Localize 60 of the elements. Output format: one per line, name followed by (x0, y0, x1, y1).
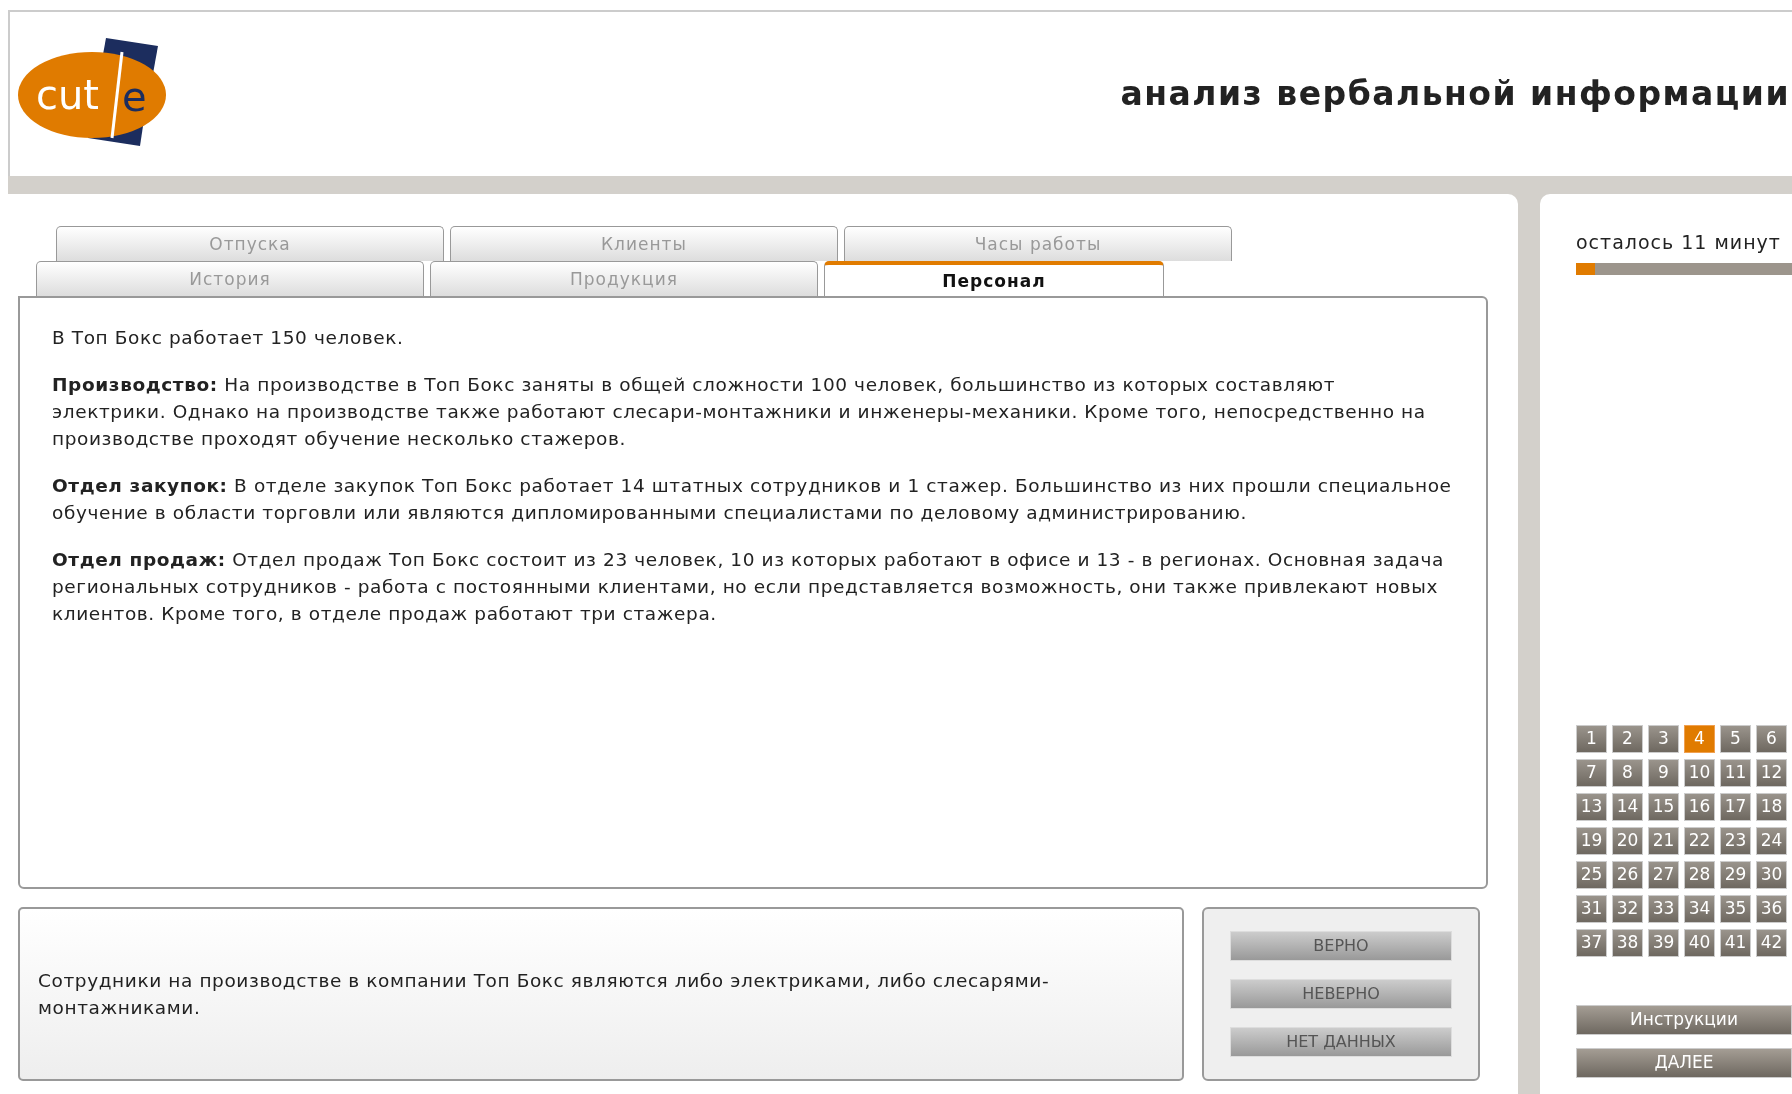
question-number-button[interactable]: 5 (1720, 724, 1751, 753)
nav-button[interactable]: ДАЛЕЕ (1576, 1047, 1792, 1078)
tab[interactable]: Часы работы (844, 226, 1232, 261)
question-number-button[interactable]: 35 (1720, 894, 1751, 923)
statement-text: Сотрудники на производстве в компании Топ Бокс являются либо электриками, либо слесарями-монтажниками. (38, 969, 1051, 1020)
answer-button[interactable]: НЕТ ДАННЫХ (1230, 1027, 1452, 1057)
question-number-button[interactable]: 20 (1612, 826, 1643, 855)
paragraph: Отдел закупок: В отделе закупок Топ Бокс работает 14 штатных сотрудников и 1 стажер. Большинство из них прошли специальное обучение в области торговли или являются дипломированными специалистами по деловому администрированию. (52, 474, 1453, 525)
question-number-button[interactable]: 21 (1648, 826, 1679, 855)
question-number-button[interactable]: 7 (1576, 758, 1607, 787)
question-number-button[interactable]: 19 (1576, 826, 1607, 855)
question-number-button[interactable]: 12 (1756, 758, 1787, 787)
time-remaining: осталось 11 минут (1576, 230, 1782, 255)
question-number-button[interactable]: 28 (1684, 860, 1715, 889)
question-number-button[interactable]: 33 (1648, 894, 1679, 923)
question-number-button[interactable]: 2 (1612, 724, 1643, 753)
tab[interactable]: Продукция (430, 261, 818, 296)
page-title: анализ вербальной информации (1120, 74, 1791, 114)
question-number-button[interactable]: 13 (1576, 792, 1607, 821)
tab[interactable]: Клиенты (450, 226, 838, 261)
nav-button[interactable]: Инструкции (1576, 1004, 1792, 1035)
question-number-button[interactable]: 22 (1684, 826, 1715, 855)
paragraph: Производство: На производстве в Топ Бокс заняты в общей сложности 100 человек, большинство из которых составляют электрики. Однако на производстве также работают слесари-монтажники и инженеры-механики. Кроме того, непосредственно на производстве проходят обучение несколько стажеров. (52, 373, 1427, 451)
question-number-button[interactable]: 40 (1684, 928, 1715, 957)
question-number-button[interactable]: 41 (1720, 928, 1751, 957)
question-number-button[interactable]: 36 (1756, 894, 1787, 923)
question-number-button[interactable]: 38 (1612, 928, 1643, 957)
paragraph: В Топ Бокс работает 150 человек. (52, 326, 405, 350)
question-number-button[interactable]: 34 (1684, 894, 1715, 923)
question-number-button[interactable]: 15 (1648, 792, 1679, 821)
question-number-button[interactable]: 17 (1720, 792, 1751, 821)
question-number-button[interactable]: 39 (1648, 928, 1679, 957)
question-number-button[interactable]: 18 (1756, 792, 1787, 821)
question-number-button[interactable]: 4 (1684, 724, 1715, 753)
question-number-button[interactable]: 31 (1576, 894, 1607, 923)
paragraph: Отдел продаж: Отдел продаж Топ Бокс состоит из 23 человек, 10 из которых работают в офисе и 13 - в регионах. Основная задача региональных сотрудников - работа с постоянными клиентами, но если представляется возможность, они также привлекают новых клиентов. Кроме того, в отделе продаж работают три стажера. (52, 548, 1445, 626)
question-number-button[interactable]: 42 (1756, 928, 1787, 957)
question-number-button[interactable]: 9 (1648, 758, 1679, 787)
question-number-button[interactable]: 29 (1720, 860, 1751, 889)
question-number-button[interactable]: 26 (1612, 860, 1643, 889)
question-number-button[interactable]: 1 (1576, 724, 1607, 753)
tab[interactable]: Отпуска (56, 226, 444, 261)
tab[interactable]: История (36, 261, 424, 296)
question-number-button[interactable]: 25 (1576, 860, 1607, 889)
question-number-button[interactable]: 8 (1612, 758, 1643, 787)
question-number-button[interactable]: 3 (1648, 724, 1679, 753)
answer-button[interactable]: ВЕРНО (1230, 931, 1452, 961)
question-number-button[interactable]: 24 (1756, 826, 1787, 855)
question-number-button[interactable]: 37 (1576, 928, 1607, 957)
question-number-button[interactable]: 16 (1684, 792, 1715, 821)
question-number-button[interactable]: 27 (1648, 860, 1679, 889)
question-number-button[interactable]: 14 (1612, 792, 1643, 821)
question-number-button[interactable]: 6 (1756, 724, 1787, 753)
question-number-button[interactable]: 32 (1612, 894, 1643, 923)
question-number-button[interactable]: 10 (1684, 758, 1715, 787)
question-number-button[interactable]: 30 (1756, 860, 1787, 889)
answer-button[interactable]: НЕВЕРНО (1230, 979, 1452, 1009)
question-number-button[interactable]: 11 (1720, 758, 1751, 787)
tab[interactable]: Персонал (824, 261, 1164, 296)
question-number-button[interactable]: 23 (1720, 826, 1751, 855)
